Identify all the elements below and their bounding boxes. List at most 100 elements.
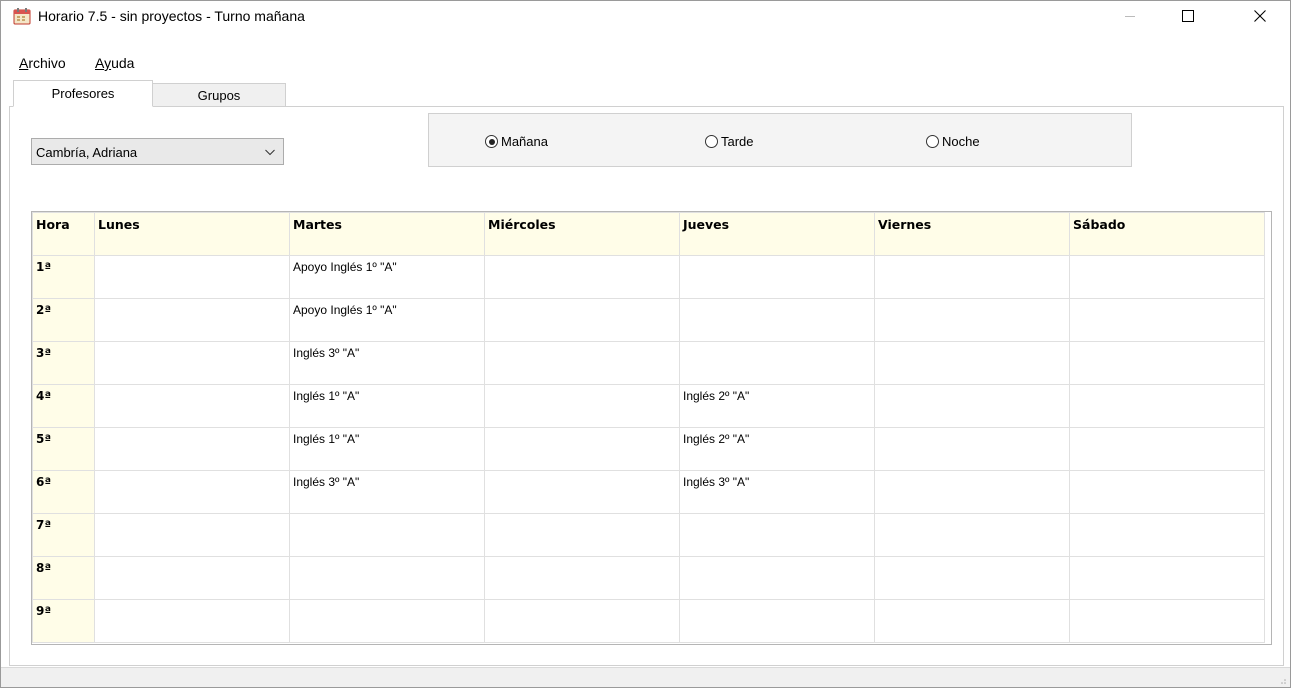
radio-manana-circle[interactable] — [485, 135, 498, 148]
menu-archivo[interactable]: Archivo — [19, 55, 66, 71]
hour-cell: 8ª — [32, 556, 95, 600]
schedule-cell[interactable] — [874, 470, 1070, 514]
schedule-cell[interactable] — [484, 470, 680, 514]
schedule-cell[interactable] — [94, 298, 290, 342]
schedule-cell[interactable]: Inglés 3º "A" — [289, 341, 485, 385]
maximize-button[interactable] — [1165, 1, 1211, 31]
schedule-cell[interactable] — [484, 384, 680, 428]
tab-grupos[interactable]: Grupos — [152, 83, 286, 107]
schedule-cell[interactable]: Inglés 3º "A" — [289, 470, 485, 514]
schedule-cell[interactable] — [484, 341, 680, 385]
table-row: 8ª — [32, 556, 1265, 600]
table-row: 5ª Inglés 1º "A" Inglés 2º "A" — [32, 427, 1265, 471]
menu-ayuda-prefix: A — [95, 55, 105, 71]
schedule-cell[interactable] — [1069, 470, 1265, 514]
schedule-cell[interactable] — [289, 599, 485, 643]
schedule-cell[interactable] — [679, 599, 875, 643]
window-title: Horario 7.5 - sin proyectos - Turno maña… — [38, 8, 305, 24]
schedule-cell[interactable] — [94, 341, 290, 385]
schedule-cell[interactable] — [1069, 298, 1265, 342]
col-header-lunes[interactable]: Lunes — [94, 212, 290, 256]
menu-ayuda[interactable]: Ayuda — [95, 55, 134, 71]
teacher-select[interactable]: Cambría, Adriana — [31, 138, 284, 165]
schedule-cell[interactable] — [1069, 341, 1265, 385]
schedule-cell[interactable] — [679, 341, 875, 385]
schedule-cell[interactable] — [874, 341, 1070, 385]
col-header-hora[interactable]: Hora — [32, 212, 95, 256]
schedule-cell[interactable] — [94, 513, 290, 557]
schedule-cell[interactable]: Inglés 2º "A" — [679, 384, 875, 428]
schedule-cell[interactable] — [289, 513, 485, 557]
col-header-miercoles[interactable]: Miércoles — [484, 212, 680, 256]
schedule-grid[interactable]: Hora Lunes Martes Miércoles Jueves Viern… — [31, 211, 1272, 645]
schedule-cell[interactable] — [484, 599, 680, 643]
table-row: 7ª — [32, 513, 1265, 557]
schedule-cell[interactable] — [1069, 513, 1265, 557]
hour-cell: 5ª — [32, 427, 95, 471]
menu-bar: Archivo Ayuda — [1, 53, 1290, 73]
minimize-button[interactable] — [1107, 1, 1153, 31]
schedule-cell[interactable]: Inglés 1º "A" — [289, 384, 485, 428]
schedule-cell[interactable] — [874, 298, 1070, 342]
radio-noche-circle[interactable] — [926, 135, 939, 148]
schedule-cell[interactable] — [874, 255, 1070, 299]
schedule-cell[interactable]: Inglés 1º "A" — [289, 427, 485, 471]
schedule-cell[interactable] — [289, 556, 485, 600]
schedule-cell[interactable] — [679, 556, 875, 600]
close-button[interactable] — [1237, 1, 1283, 31]
schedule-header-row: Hora Lunes Martes Miércoles Jueves Viern… — [32, 212, 1265, 256]
schedule-cell[interactable]: Inglés 2º "A" — [679, 427, 875, 471]
app-window: Horario 7.5 - sin proyectos - Turno maña… — [0, 0, 1291, 688]
schedule-cell[interactable] — [94, 255, 290, 299]
schedule-cell[interactable] — [1069, 556, 1265, 600]
table-row: 1ª Apoyo Inglés 1º "A" — [32, 255, 1265, 299]
schedule-cell[interactable] — [1069, 427, 1265, 471]
menu-ayuda-rest: uda — [111, 55, 135, 71]
status-bar — [1, 667, 1290, 687]
schedule-cell[interactable] — [874, 599, 1070, 643]
schedule-cell[interactable] — [484, 298, 680, 342]
schedule-cell[interactable] — [484, 255, 680, 299]
radio-tarde[interactable]: Tarde — [705, 134, 754, 149]
tab-profesores[interactable]: Profesores — [13, 80, 153, 107]
schedule-cell[interactable]: Apoyo Inglés 1º "A" — [289, 255, 485, 299]
hour-cell: 1ª — [32, 255, 95, 299]
schedule-cell[interactable] — [94, 384, 290, 428]
schedule-cell[interactable] — [484, 556, 680, 600]
schedule-cell[interactable] — [1069, 384, 1265, 428]
radio-tarde-circle[interactable] — [705, 135, 718, 148]
schedule-cell[interactable] — [1069, 599, 1265, 643]
schedule-cell[interactable] — [484, 513, 680, 557]
tab-profesores-label: Profesores — [51, 86, 115, 101]
hour-cell: 9ª — [32, 599, 95, 643]
col-header-martes[interactable]: Martes — [289, 212, 485, 256]
schedule-cell[interactable] — [874, 384, 1070, 428]
schedule-cell[interactable]: Inglés 3º "A" — [679, 470, 875, 514]
maximize-icon — [1182, 10, 1194, 22]
radio-noche[interactable]: Noche — [926, 134, 980, 149]
col-header-sabado[interactable]: Sábado — [1069, 212, 1265, 256]
tab-strip: Profesores Grupos — [1, 80, 1290, 107]
table-row: 4ª Inglés 1º "A" Inglés 2º "A" — [32, 384, 1265, 428]
schedule-cell[interactable] — [679, 255, 875, 299]
schedule-cell[interactable] — [94, 556, 290, 600]
schedule-cell[interactable] — [874, 513, 1070, 557]
schedule-cell[interactable] — [874, 427, 1070, 471]
schedule-cell[interactable] — [874, 556, 1070, 600]
schedule-cell[interactable] — [679, 298, 875, 342]
col-header-jueves[interactable]: Jueves — [679, 212, 875, 256]
radio-manana[interactable]: Mañana — [485, 134, 548, 149]
schedule-cell[interactable] — [679, 513, 875, 557]
schedule-cell[interactable] — [94, 599, 290, 643]
title-bar[interactable]: Horario 7.5 - sin proyectos - Turno maña… — [1, 1, 1290, 31]
schedule-cell[interactable] — [484, 427, 680, 471]
col-header-viernes[interactable]: Viernes — [874, 212, 1070, 256]
schedule-cell[interactable] — [1069, 255, 1265, 299]
resize-grip-icon[interactable] — [1277, 675, 1287, 685]
table-row: 2ª Apoyo Inglés 1º "A" — [32, 298, 1265, 342]
schedule-cell[interactable] — [94, 427, 290, 471]
schedule-cell[interactable]: Apoyo Inglés 1º "A" — [289, 298, 485, 342]
chevron-down-icon — [265, 149, 275, 156]
table-row: 6ª Inglés 3º "A" Inglés 3º "A" — [32, 470, 1265, 514]
schedule-cell[interactable] — [94, 470, 290, 514]
